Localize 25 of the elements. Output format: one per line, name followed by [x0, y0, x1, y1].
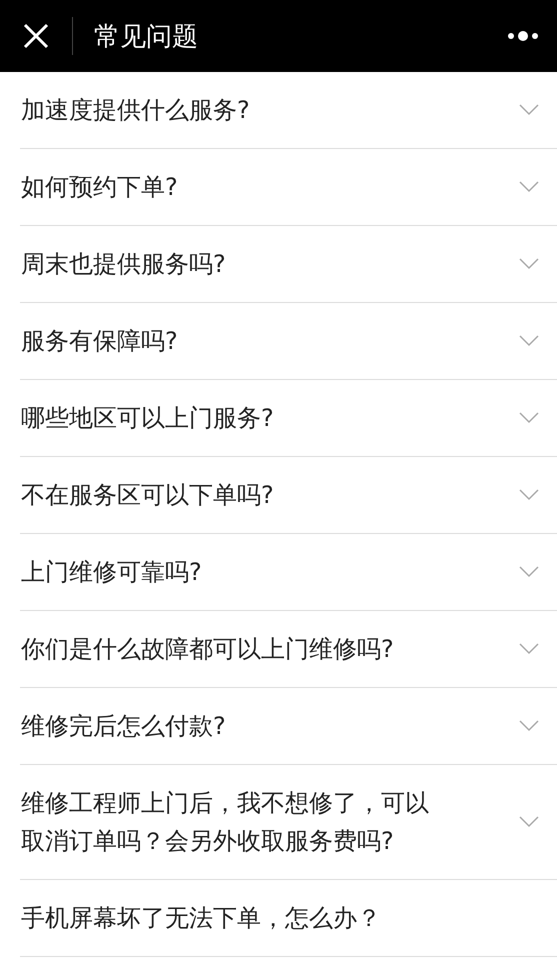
- faq-item[interactable]: 上门维修可靠吗?: [20, 534, 557, 611]
- question-text: 手机屏幕坏了无法下单，怎么办？: [21, 903, 381, 934]
- question-text: 加速度提供什么服务?: [21, 95, 250, 126]
- faq-item[interactable]: 哪些地区可以上门服务?: [20, 380, 557, 457]
- question-text: 你们是什么故障都可以上门维修吗?: [21, 634, 394, 665]
- question-text: 维修工程师上门后，我不想修了，可以取消订单吗？会另外收取服务费吗?: [21, 788, 430, 857]
- faq-item[interactable]: 加速度提供什么服务?: [20, 72, 557, 149]
- question-text: 如何预约下单?: [21, 172, 178, 203]
- faq-item[interactable]: 你们是什么故障都可以上门维修吗?: [20, 611, 557, 688]
- more-icon[interactable]: [507, 30, 539, 42]
- question-text: 不在服务区可以下单吗?: [21, 480, 274, 511]
- faq-item[interactable]: 维修完后怎么付款?: [20, 688, 557, 765]
- question-text: 哪些地区可以上门服务?: [21, 403, 274, 434]
- question-text: 周末也提供服务吗?: [21, 249, 226, 280]
- question-text: 上门维修可靠吗?: [21, 557, 202, 588]
- faq-item[interactable]: 周末也提供服务吗?: [20, 226, 557, 303]
- question-text: 维修完后怎么付款?: [21, 711, 226, 742]
- close-icon[interactable]: [23, 23, 49, 49]
- faq-item[interactable]: 服务有保障吗?: [20, 303, 557, 380]
- faq-item[interactable]: 不在服务区可以下单吗?: [20, 457, 557, 534]
- faq-item[interactable]: 维修工程师上门后，我不想修了，可以取消订单吗？会另外收取服务费吗?: [20, 765, 557, 880]
- question-text: 服务有保障吗?: [21, 326, 178, 357]
- faq-item[interactable]: 如何预约下单?: [20, 149, 557, 226]
- faq-item[interactable]: 手机屏幕坏了无法下单，怎么办？: [20, 880, 557, 957]
- window-title: 常见问题: [94, 20, 199, 54]
